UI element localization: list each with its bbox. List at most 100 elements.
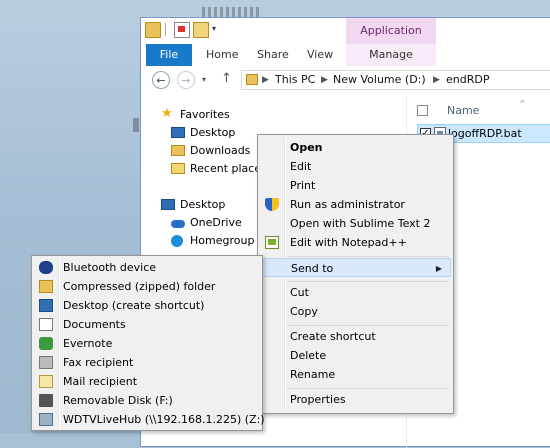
tab-view[interactable]: View (307, 44, 333, 66)
desktop-mark (133, 118, 139, 132)
title-bar: ▾ Application Tools (141, 18, 550, 63)
tab-manage[interactable]: Manage (346, 44, 436, 66)
submenu-arrow-icon: ▶ (435, 264, 442, 273)
evernote-icon (39, 337, 53, 350)
menu-item-print[interactable]: Print (260, 176, 451, 195)
address-input[interactable]: ▶ This PC ▶ New Volume (D:) ▶ endRDP (241, 70, 550, 90)
star-icon: ★ (161, 106, 173, 121)
menu-item-rename[interactable]: Rename (260, 365, 451, 384)
sendto-bluetooth[interactable]: Bluetooth device (34, 258, 260, 277)
properties-icon[interactable] (174, 22, 190, 38)
menu-item-run-as-admin[interactable]: Run as administrator (260, 195, 451, 214)
menu-item-open[interactable]: Open (260, 138, 451, 157)
forward-arrow-icon[interactable]: → (177, 71, 195, 89)
menu-label: Mail recipient (63, 375, 138, 388)
application-tools-header: Application Tools (346, 18, 436, 63)
menu-label: Rename (290, 368, 336, 381)
nav-label: Recent places (190, 162, 267, 175)
menu-label: Open with Sublime Text 2 (290, 217, 431, 230)
sendto-evernote[interactable]: Evernote (34, 334, 260, 353)
menu-label: Documents (63, 318, 126, 331)
column-header-name[interactable]: ^ Name (417, 99, 550, 121)
up-arrow-icon[interactable]: ↑ (221, 71, 232, 86)
menu-label: Evernote (63, 337, 113, 350)
menu-item-open-with-sublime[interactable]: Open with Sublime Text 2 (260, 214, 451, 233)
menu-label: Compressed (zipped) folder (63, 280, 216, 293)
menu-item-edit[interactable]: Edit (260, 157, 451, 176)
folder-icon (246, 74, 258, 85)
menu-item-properties[interactable]: Properties (260, 390, 451, 409)
menu-item-delete[interactable]: Delete (260, 346, 451, 365)
back-arrow-icon[interactable]: ← (152, 71, 170, 89)
menu-label: Properties (290, 393, 346, 406)
desktop-icon (171, 127, 185, 138)
column-header-label: Name (447, 104, 480, 117)
onedrive-icon (171, 220, 185, 228)
breadcrumb-separator[interactable]: ▶ (321, 71, 328, 89)
menu-separator (287, 256, 449, 257)
new-folder-icon[interactable] (193, 22, 209, 38)
folder-icon[interactable] (145, 22, 161, 38)
network-drive-icon (39, 413, 53, 426)
mail-icon (39, 375, 53, 388)
desktop-icon (161, 199, 175, 210)
menu-item-send-to[interactable]: Send to ▶ (260, 258, 451, 277)
menu-item-cut[interactable]: Cut (260, 283, 451, 302)
menu-item-create-shortcut[interactable]: Create shortcut (260, 327, 451, 346)
breadcrumb-this-pc[interactable]: This PC (275, 71, 315, 89)
menu-label: Print (290, 179, 316, 192)
sendto-network-drive[interactable]: WDTVLiveHub (\\192.168.1.225) (Z:) (34, 410, 265, 429)
menu-label: Delete (290, 349, 327, 362)
chevron-down-icon[interactable]: ▾ (202, 75, 206, 84)
nav-label: OneDrive (190, 216, 242, 229)
nav-label: Downloads (190, 144, 251, 157)
ribbon-tabs: File Home Share View Manage (141, 44, 550, 67)
sendto-desktop-shortcut[interactable]: Desktop (create shortcut) (34, 296, 260, 315)
chevron-down-icon[interactable]: ▾ (212, 24, 220, 34)
nav-label: Homegroup (190, 234, 255, 247)
menu-separator (287, 325, 449, 326)
menu-label: Send to (291, 262, 334, 275)
tab-file[interactable]: File (146, 44, 192, 66)
downloads-icon (171, 145, 185, 156)
documents-icon (39, 318, 53, 331)
menu-label: Bluetooth device (63, 261, 157, 274)
menu-label: Fax recipient (63, 356, 134, 369)
sendto-mail-recipient[interactable]: Mail recipient (34, 372, 260, 391)
tab-home[interactable]: Home (206, 44, 238, 66)
menu-separator (287, 388, 449, 389)
breadcrumb-separator[interactable]: ▶ (433, 71, 440, 89)
removable-disk-icon (39, 394, 53, 407)
sendto-compressed-folder[interactable]: Compressed (zipped) folder (34, 277, 260, 296)
sendto-fax-recipient[interactable]: Fax recipient (34, 353, 260, 372)
uac-shield-icon (265, 198, 279, 211)
tab-share[interactable]: Share (257, 44, 289, 66)
menu-label: Desktop (create shortcut) (63, 299, 205, 312)
select-all-checkbox[interactable] (417, 105, 428, 116)
breadcrumb-new-volume[interactable]: New Volume (D:) (333, 71, 426, 89)
menu-label: Copy (290, 305, 318, 318)
sort-ascending-icon: ^ (519, 99, 526, 108)
sendto-documents[interactable]: Documents (34, 315, 260, 334)
address-bar: ← → ▾ ↑ ▶ This PC ▶ New Volume (D:) ▶ en… (141, 66, 550, 96)
zip-folder-icon (39, 280, 53, 293)
quick-access-separator (165, 23, 166, 36)
homegroup-icon (171, 235, 183, 247)
notepadpp-icon (265, 236, 279, 249)
menu-label: Edit (290, 160, 312, 173)
fax-icon (39, 356, 53, 369)
menu-item-copy[interactable]: Copy (260, 302, 451, 321)
menu-label: Create shortcut (290, 330, 376, 343)
nav-label: Desktop (190, 126, 236, 139)
menu-item-edit-notepadpp[interactable]: Edit with Notepad++ (260, 233, 451, 252)
bluetooth-icon (39, 261, 53, 274)
breadcrumb-separator[interactable]: ▶ (262, 71, 269, 89)
menu-label: WDTVLiveHub (\\192.168.1.225) (Z:) (63, 413, 265, 426)
menu-separator (287, 281, 449, 282)
breadcrumb-endrdp[interactable]: endRDP (446, 71, 489, 89)
nav-label: Favorites (180, 108, 230, 121)
context-menu: Open Edit Print Run as administrator Ope… (257, 134, 454, 414)
nav-label: Desktop (180, 198, 226, 211)
sendto-removable-disk[interactable]: Removable Disk (F:) (34, 391, 260, 410)
desktop-icon (39, 299, 53, 312)
